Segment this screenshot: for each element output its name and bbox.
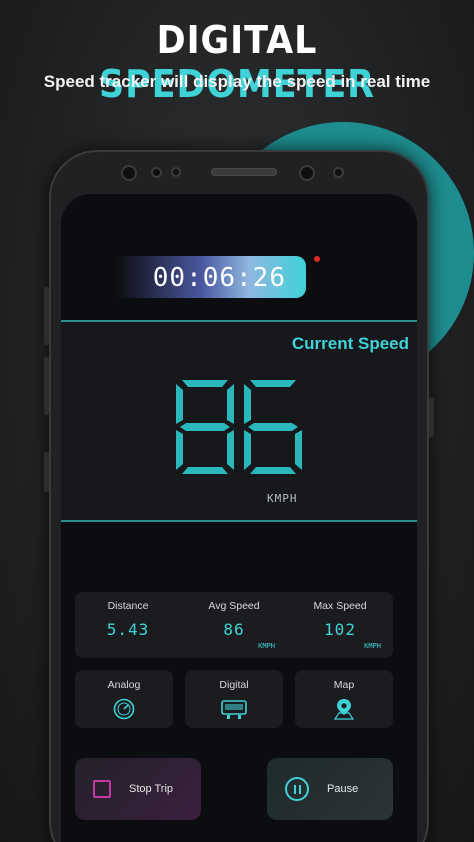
mode-analog-button[interactable]: Analog	[75, 670, 173, 728]
stop-icon	[93, 780, 111, 798]
mode-map-button[interactable]: Map	[295, 670, 393, 728]
mode-digital-button[interactable]: Digital	[185, 670, 283, 728]
recording-dot-icon	[314, 256, 320, 262]
digital-display-icon	[185, 698, 283, 720]
promo-title-part1: DIGITAL	[156, 18, 318, 62]
stat-unit: KMPH	[258, 642, 275, 650]
app-screen: 00:06:26 Current Speed KMPH Distance 5.4…	[61, 194, 417, 842]
sensor-icon	[171, 167, 181, 177]
stop-trip-button[interactable]: Stop Trip	[75, 758, 201, 820]
stat-avg-speed: Avg Speed 86 KMPH	[181, 592, 287, 658]
mode-label: Map	[333, 679, 355, 691]
stat-value: 86	[223, 620, 245, 639]
camera-icon	[121, 165, 137, 181]
stat-distance: Distance 5.43	[75, 592, 181, 658]
promo-title: DIGITAL SPEDOMETER	[19, 18, 455, 106]
trip-stats: Distance 5.43 Avg Speed 86 KMPH Max Spee…	[75, 592, 393, 658]
stat-max-speed: Max Speed 102 KMPH	[287, 592, 393, 658]
pause-icon	[285, 777, 309, 801]
mode-label: Analog	[107, 679, 141, 691]
phone-frame: 00:06:26 Current Speed KMPH Distance 5.4…	[44, 150, 434, 842]
pause-label: Pause	[327, 783, 359, 795]
map-pin-icon	[295, 698, 393, 720]
speaker-grille	[211, 168, 277, 176]
current-speed-digits	[176, 380, 302, 474]
current-speed-unit: KMPH	[267, 492, 298, 505]
phone-side-button-left-3	[44, 452, 49, 492]
speedometer-icon	[75, 698, 173, 720]
speed-panel: Current Speed KMPH	[61, 320, 417, 522]
stat-label: Distance	[107, 600, 149, 612]
stat-value: 102	[324, 620, 356, 639]
front-camera-icon	[299, 165, 315, 181]
mode-label: Digital	[219, 679, 249, 691]
sensor-icon	[333, 167, 344, 178]
promo-subtitle: Speed tracker will display the speed in …	[43, 72, 431, 91]
stat-label: Avg Speed	[208, 600, 260, 612]
stat-value: 5.43	[106, 620, 150, 639]
trip-timer: 00:06:26	[116, 256, 306, 298]
stat-unit: KMPH	[364, 642, 381, 650]
stat-label: Max Speed	[313, 600, 367, 612]
phone-side-button-left	[44, 287, 49, 345]
current-speed-label: Current Speed	[291, 334, 409, 353]
sensor-icon	[151, 167, 162, 178]
phone-side-button-left-2	[44, 357, 49, 415]
stop-trip-label: Stop Trip	[129, 783, 174, 795]
pause-button[interactable]: Pause	[267, 758, 393, 820]
phone-side-button-right	[429, 397, 434, 437]
timer-value: 00:06:26	[152, 263, 286, 293]
